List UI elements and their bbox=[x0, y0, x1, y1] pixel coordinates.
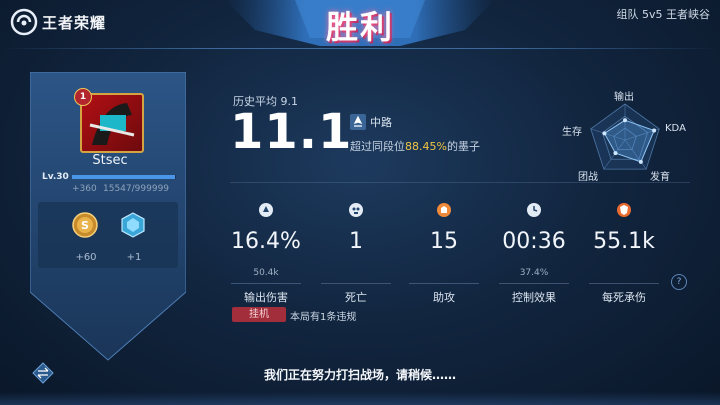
game-mode: 组队 5v5 王者峡谷 bbox=[616, 8, 711, 21]
loading-message: 我们正在努力打扫战场，请稍候…… bbox=[263, 368, 456, 382]
svg-text:S: S bbox=[81, 219, 89, 232]
damage-label: 输出伤害 bbox=[244, 291, 288, 304]
coin-reward: +60 bbox=[75, 252, 97, 263]
violation-notice: 本局有1条违规 bbox=[290, 312, 357, 323]
stat-underline bbox=[589, 283, 659, 284]
performance-radar: 输出 KDA 发育 团战 生存 bbox=[560, 82, 710, 192]
percentile-suffix: 的墨子 bbox=[446, 140, 480, 153]
shield-icon bbox=[617, 203, 631, 217]
rewards-box bbox=[38, 202, 178, 268]
exp-bar-fill bbox=[72, 175, 175, 179]
crystal-reward: +1 bbox=[126, 252, 142, 263]
logo-icon bbox=[10, 8, 38, 36]
crystal-icon bbox=[121, 212, 145, 238]
percentile-value: 88.45% bbox=[405, 140, 447, 153]
stat-underline bbox=[321, 283, 391, 284]
match-rating: 11.1 bbox=[230, 104, 353, 160]
death-count: 1 bbox=[349, 229, 363, 254]
damage-taken-per-death: 55.1k bbox=[593, 229, 655, 254]
game-logo: 王者荣耀 bbox=[10, 8, 106, 36]
player-level: Lv.30 bbox=[42, 172, 69, 182]
lane-icon bbox=[350, 114, 366, 130]
stat-underline bbox=[499, 283, 569, 284]
lane-tag: 中路 bbox=[350, 114, 392, 130]
exp-bar bbox=[72, 175, 176, 179]
control-label: 控制效果 bbox=[512, 291, 556, 304]
skull-icon bbox=[349, 203, 363, 217]
exp-total: 15547/999999 bbox=[103, 184, 170, 194]
stats-divider bbox=[230, 182, 690, 183]
stat-underline bbox=[231, 283, 301, 284]
bottom-glow bbox=[0, 392, 720, 405]
player-name: Stsec bbox=[92, 153, 128, 168]
gold-coin-icon: S bbox=[72, 212, 98, 238]
hero-portrait-icon bbox=[89, 103, 135, 145]
help-button[interactable]: ? bbox=[671, 274, 687, 290]
afk-tag[interactable]: 挂机 bbox=[232, 307, 286, 322]
lane-label: 中路 bbox=[370, 116, 392, 129]
assist-label: 助攻 bbox=[433, 291, 455, 304]
header-divider bbox=[0, 48, 720, 49]
radar-point bbox=[638, 159, 643, 164]
control-share: 37.4% bbox=[519, 268, 549, 278]
control-time: 00:36 bbox=[502, 229, 566, 254]
percentile-prefix: 超过同段位 bbox=[350, 140, 405, 153]
damage-icon bbox=[259, 203, 273, 217]
radar-label-teamfight: 团战 bbox=[578, 172, 598, 183]
clock-icon bbox=[527, 203, 541, 217]
radar-point bbox=[602, 131, 607, 136]
assist-icon bbox=[437, 203, 451, 217]
radar-label-output: 输出 bbox=[614, 92, 634, 103]
radar-label-growth: 发育 bbox=[650, 172, 670, 183]
exp-gain: +360 bbox=[72, 184, 97, 194]
rank-badge: 1 bbox=[74, 88, 92, 106]
damage-share: 16.4% bbox=[231, 229, 301, 254]
radar-label-kda: KDA bbox=[665, 123, 686, 134]
damage-total: 50.4k bbox=[253, 268, 279, 278]
swap-icon[interactable] bbox=[32, 362, 54, 384]
stat-underline bbox=[409, 283, 479, 284]
tank-label: 每死承伤 bbox=[602, 291, 646, 304]
stat-assists bbox=[399, 202, 489, 222]
radar-point bbox=[623, 118, 627, 123]
radar-point bbox=[613, 151, 618, 156]
logo-text: 王者荣耀 bbox=[42, 13, 107, 32]
result-title: 胜利 bbox=[325, 8, 394, 46]
radar-label-survival: 生存 bbox=[562, 127, 582, 138]
death-label: 死亡 bbox=[345, 291, 367, 304]
stat-damage bbox=[221, 202, 311, 222]
assist-count: 15 bbox=[430, 229, 458, 254]
percentile-text: 超过同段位88.45%的墨子 bbox=[350, 138, 480, 154]
stat-tank bbox=[579, 202, 669, 222]
stat-control bbox=[489, 202, 579, 222]
radar-point bbox=[652, 128, 657, 133]
stat-deaths bbox=[311, 202, 401, 222]
